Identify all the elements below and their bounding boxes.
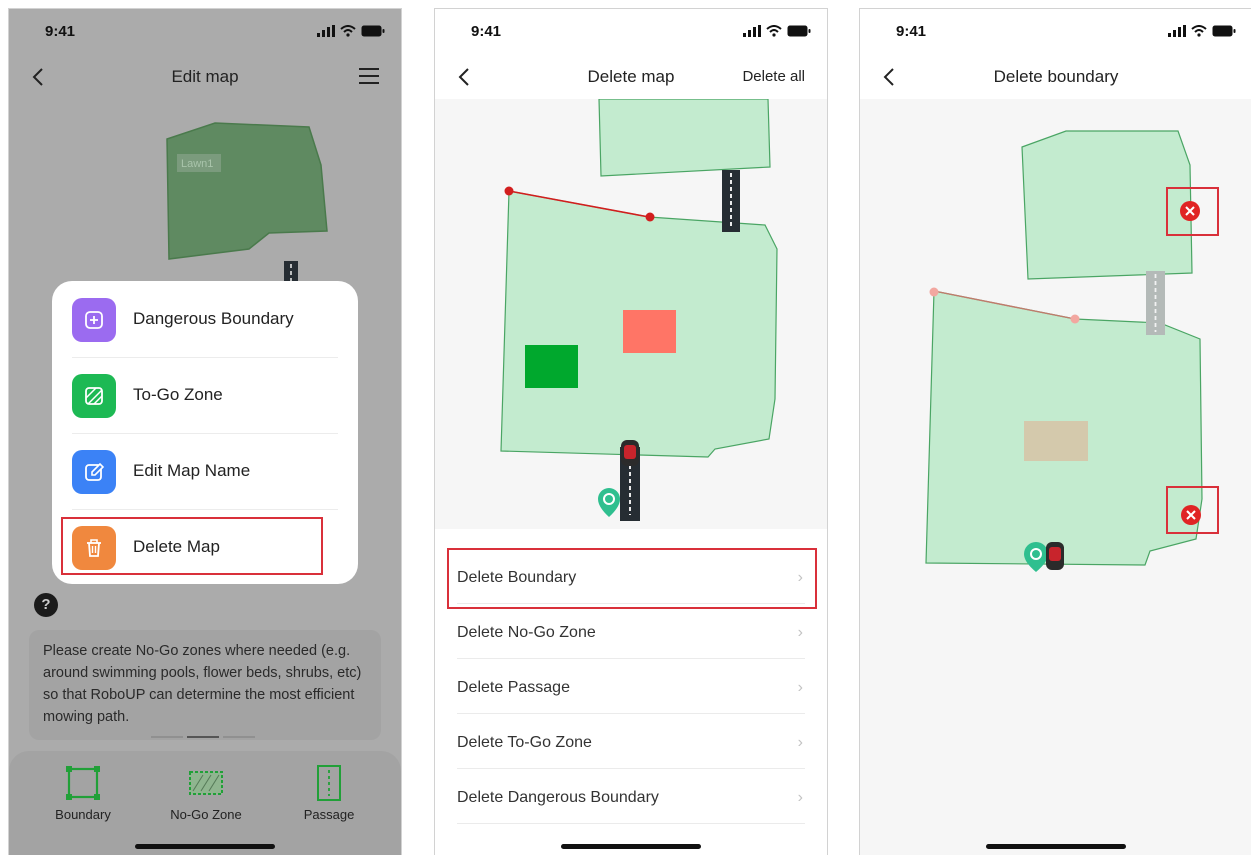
to-go-zone[interactable] <box>525 345 578 388</box>
delete-badge-icon[interactable] <box>1181 505 1201 525</box>
page-title: Edit map <box>171 67 239 86</box>
charging-station-icon <box>1024 542 1048 572</box>
lawn-label: Lawn1 <box>181 158 213 170</box>
nav-bar: Delete boundary <box>860 57 1251 97</box>
system-icons <box>1168 23 1236 37</box>
menu-item-label: Dangerous Boundary <box>133 309 294 328</box>
list-item-label: Delete Passage <box>457 679 570 696</box>
wifi-icon <box>1191 25 1207 37</box>
robot-mower-icon <box>621 440 639 466</box>
menu-item-dangerous-boundary[interactable]: Dangerous Boundary <box>72 281 338 357</box>
status-bar: 9:41 <box>860 9 1251 53</box>
highlight-box <box>61 517 323 575</box>
tool-no-go-zone[interactable]: No-Go Zone <box>161 763 251 822</box>
status-bar: 9:41 <box>435 9 827 53</box>
list-item-delete-dangerous-boundary[interactable]: Delete Dangerous Boundary › <box>457 769 805 824</box>
plus-square-icon <box>72 298 116 342</box>
delete-map-screen: 9:41 Delete map Delete all Delete Bounda… <box>434 8 828 855</box>
menu-item-label: Edit Map Name <box>133 461 251 480</box>
status-bar: 9:41 <box>9 9 401 53</box>
list-item-label: Delete No-Go Zone <box>457 624 596 641</box>
menu-item-to-go-zone[interactable]: To-Go Zone <box>72 357 338 433</box>
home-indicator <box>561 844 701 849</box>
lawn-zone-top[interactable] <box>598 99 771 177</box>
chevron-right-icon: › <box>797 734 803 751</box>
no-go-zone[interactable] <box>623 310 676 353</box>
status-time: 9:41 <box>45 23 76 40</box>
chevron-right-icon: › <box>797 789 803 806</box>
page-indicator <box>151 736 255 738</box>
tool-passage[interactable]: Passage <box>284 763 374 822</box>
robot-mower-icon <box>1046 542 1064 570</box>
list-item-delete-no-go-zone[interactable]: Delete No-Go Zone › <box>457 604 805 659</box>
delete-boundary-screen: 9:41 Delete boundary <box>859 8 1251 855</box>
highlight-box <box>447 548 817 609</box>
charging-station-icon <box>598 488 620 517</box>
system-icons <box>743 23 811 37</box>
bottom-toolbar: Boundary No-Go Zone Passage <box>9 751 401 855</box>
delete-badge-icon[interactable] <box>1180 201 1200 221</box>
edit-map-screen: 9:41 Edit map Lawn1 Dangerous Boundary T… <box>8 8 402 855</box>
zone-area <box>1024 421 1088 461</box>
vertex[interactable] <box>1070 314 1080 324</box>
signal-icon <box>1168 25 1186 37</box>
page-title: Delete boundary <box>993 67 1119 86</box>
help-icon[interactable]: ? <box>34 593 58 617</box>
tool-boundary[interactable]: Boundary <box>38 763 128 822</box>
map-canvas <box>860 99 1251 855</box>
wifi-icon <box>340 25 356 37</box>
boundary-icon <box>66 766 100 800</box>
hatch-icon <box>72 374 116 418</box>
menu-item-edit-map-name[interactable]: Edit Map Name <box>72 433 338 509</box>
edit-icon <box>72 450 116 494</box>
menu-icon[interactable] <box>359 67 379 85</box>
lawn-zone[interactable] <box>166 122 328 260</box>
battery-icon <box>787 25 811 37</box>
vertex[interactable] <box>504 186 514 196</box>
tool-label: No-Go Zone <box>170 807 242 822</box>
list-item-label: Delete To-Go Zone <box>457 734 592 751</box>
tool-label: Passage <box>303 807 355 822</box>
status-time: 9:41 <box>896 23 927 40</box>
delete-all-button[interactable]: Delete all <box>742 68 805 85</box>
chevron-right-icon: › <box>797 624 803 641</box>
no-go-zone-icon <box>189 771 223 795</box>
vertex[interactable] <box>645 212 655 222</box>
nav-bar: Delete map Delete all <box>435 57 827 97</box>
home-indicator <box>135 844 275 849</box>
vertex[interactable] <box>929 287 939 297</box>
wifi-icon <box>766 25 782 37</box>
tip-card: Please create No-Go zones where needed (… <box>29 630 381 740</box>
signal-icon <box>743 25 761 37</box>
nav-bar: Edit map <box>9 57 401 97</box>
tool-label: Boundary <box>55 807 111 822</box>
home-indicator <box>986 844 1126 849</box>
menu-item-label: To-Go Zone <box>133 385 223 404</box>
battery-icon <box>1212 25 1236 37</box>
map-canvas: Lawn1 <box>79 122 328 301</box>
map-canvas <box>435 99 827 529</box>
battery-icon <box>361 25 385 37</box>
list-item-delete-passage[interactable]: Delete Passage › <box>457 659 805 714</box>
list-item-delete-to-go-zone[interactable]: Delete To-Go Zone › <box>457 714 805 769</box>
passage-icon <box>317 765 341 801</box>
chevron-right-icon: › <box>797 679 803 696</box>
list-item-label: Delete Dangerous Boundary <box>457 789 659 806</box>
signal-icon <box>317 25 335 37</box>
system-icons <box>317 23 385 37</box>
status-time: 9:41 <box>471 23 502 40</box>
